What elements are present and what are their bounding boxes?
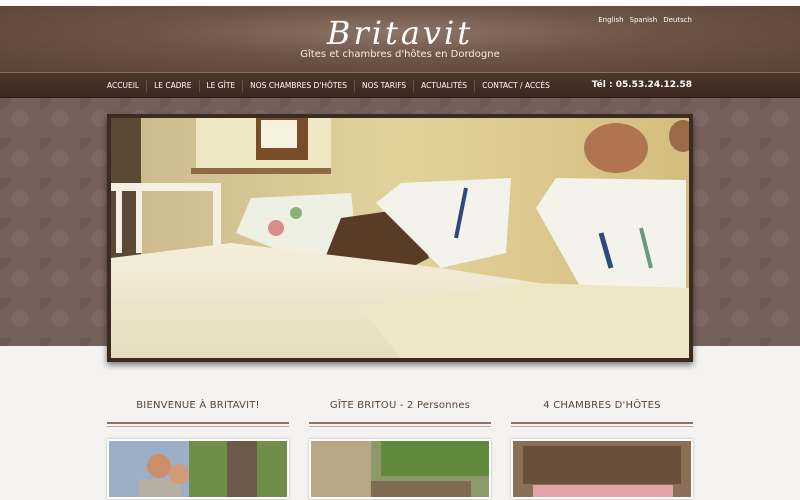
- welcome-thumbnail[interactable]: [107, 439, 289, 499]
- column-gite: GÎTE BRITOU - 2 Personnes: [309, 400, 491, 499]
- lang-deutsch-link[interactable]: Deutsch: [663, 16, 692, 24]
- phone-number: Tél : 05.53.24.12.58: [591, 80, 692, 90]
- hero-slideshow: [107, 114, 693, 362]
- column-gite-title[interactable]: GÎTE BRITOU - 2 Personnes: [309, 400, 491, 422]
- chambres-thumbnail[interactable]: [511, 439, 693, 499]
- nav-item-contact[interactable]: CONTACT / ACCÈS: [474, 80, 557, 92]
- column-welcome: BIENVENUE À BRITAVIT!: [107, 400, 289, 499]
- nav-item-actualites[interactable]: ACTUALITÉS: [413, 80, 474, 92]
- column-divider: [309, 422, 491, 427]
- intro-columns: BIENVENUE À BRITAVIT! GÎTE BRITOU - 2 Pe…: [107, 400, 693, 499]
- hero-bedroom-image: [111, 118, 689, 358]
- column-chambres: 4 CHAMBRES D'HÔTES: [511, 400, 693, 499]
- lang-english-link[interactable]: English: [598, 16, 623, 24]
- nav-item-accueil[interactable]: ACCUEIL: [100, 80, 146, 92]
- nav-item-le-cadre[interactable]: LE CADRE: [146, 80, 198, 92]
- language-switcher: English Spanish Deutsch: [598, 16, 692, 24]
- gite-thumbnail[interactable]: [309, 439, 491, 499]
- nav-item-le-gite[interactable]: LE GÎTE: [198, 80, 243, 92]
- site-header: Britavit Gîtes et chambres d'hôtes en Do…: [0, 6, 800, 72]
- nav-item-chambres[interactable]: NOS CHAMBRES D'HÔTES: [242, 80, 354, 92]
- column-welcome-title[interactable]: BIENVENUE À BRITAVIT!: [107, 400, 289, 422]
- lang-spanish-link[interactable]: Spanish: [630, 16, 658, 24]
- nav-item-tarifs[interactable]: NOS TARIFS: [354, 80, 413, 92]
- column-chambres-title[interactable]: 4 CHAMBRES D'HÔTES: [511, 400, 693, 422]
- site-tagline: Gîtes et chambres d'hôtes en Dordogne: [300, 49, 500, 60]
- main-nav: ACCUEIL LE CADRE LE GÎTE NOS CHAMBRES D'…: [0, 72, 800, 98]
- column-divider: [511, 422, 693, 427]
- column-divider: [107, 422, 289, 427]
